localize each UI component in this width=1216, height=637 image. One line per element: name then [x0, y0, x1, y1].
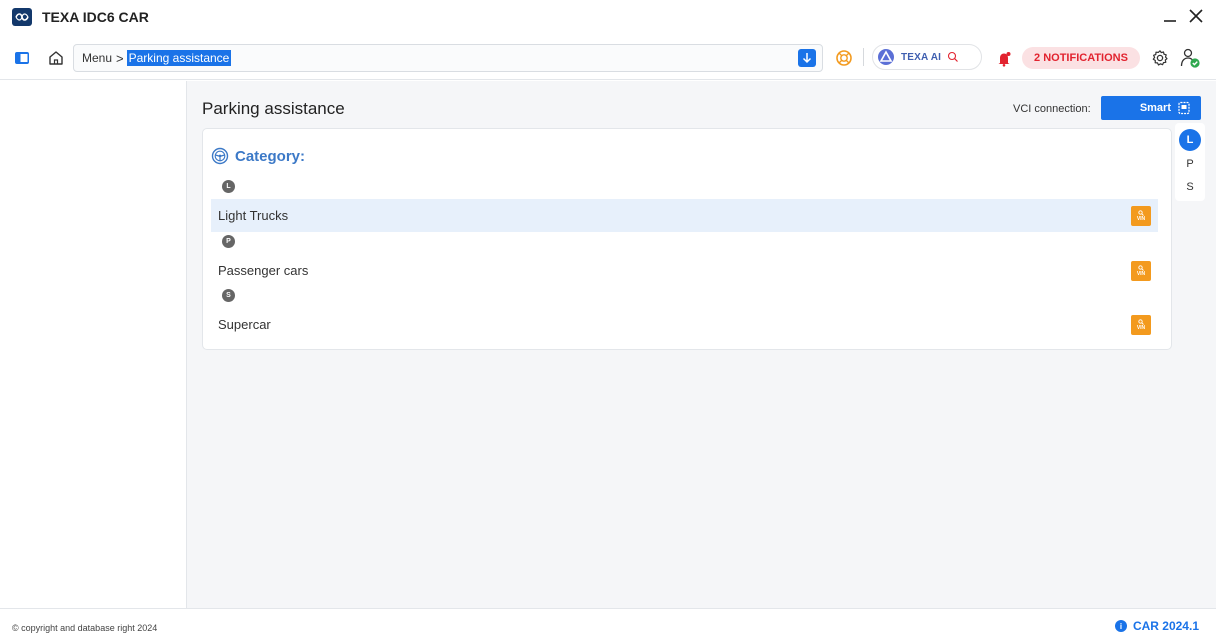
- account-button[interactable]: [1178, 47, 1202, 69]
- vin-search-button[interactable]: VIN: [1131, 315, 1151, 335]
- minimize-icon: [1164, 20, 1176, 22]
- close-icon: [1189, 9, 1203, 23]
- list-item-light-trucks[interactable]: Light Trucks VIN: [211, 199, 1158, 232]
- copyright-text: © copyright and database right 2024: [12, 623, 158, 633]
- home-icon: [49, 51, 63, 65]
- list-item-passenger-cars[interactable]: Passenger cars VIN: [211, 254, 1158, 287]
- footer: © copyright and database right 2024 i CA…: [0, 608, 1216, 637]
- texa-logo-icon: [12, 8, 32, 26]
- texa-ai-icon: [878, 49, 894, 65]
- settings-button[interactable]: [1150, 48, 1170, 68]
- user-status-icon: [1180, 48, 1200, 68]
- vci-connection-label: VCI connection:: [1013, 103, 1091, 115]
- vin-badge-label: VIN: [1136, 216, 1146, 222]
- list-item-label: Supercar: [218, 317, 271, 332]
- category-label: Category:: [235, 147, 306, 165]
- list-item-label: Passenger cars: [218, 263, 309, 278]
- vci-smart-button[interactable]: Smart: [1101, 96, 1201, 120]
- breadcrumb-menu-link[interactable]: Menu: [82, 51, 112, 65]
- alphabet-index: L P S: [1175, 123, 1205, 201]
- category-panel: Category: L Light Trucks VIN P Passenger…: [202, 128, 1172, 350]
- breadcrumb: Menu > Parking assistance: [73, 44, 823, 72]
- vci-device-icon: [1178, 101, 1190, 115]
- vin-badge-label: VIN: [1136, 325, 1146, 331]
- steering-wheel-icon: [211, 147, 229, 165]
- breadcrumb-separator: >: [116, 50, 124, 66]
- list-item-label: Light Trucks: [218, 208, 289, 223]
- app-title: TEXA IDC6 CAR: [42, 9, 149, 25]
- alphabet-index-l[interactable]: L: [1179, 129, 1201, 151]
- vci-smart-label: Smart: [1139, 102, 1171, 114]
- notifications-bell-button[interactable]: [995, 50, 1013, 68]
- breadcrumb-current: Parking assistance: [126, 50, 232, 66]
- info-icon: i: [1114, 620, 1127, 632]
- minimize-button[interactable]: [1158, 4, 1182, 28]
- vin-search-button[interactable]: VIN: [1131, 206, 1151, 226]
- main-content: Parking assistance VCI connection: Smart…: [187, 81, 1216, 608]
- gear-icon: [1152, 50, 1168, 66]
- group-letter-badge: L: [222, 180, 235, 193]
- breadcrumb-dropdown-button[interactable]: [798, 49, 816, 67]
- bell-icon: [998, 52, 1011, 67]
- search-icon: [948, 51, 959, 62]
- sidebar-toggle-icon: [15, 52, 29, 64]
- alphabet-index-s[interactable]: S: [1179, 176, 1201, 198]
- category-header: Category:: [211, 147, 305, 165]
- vin-search-button[interactable]: VIN: [1131, 261, 1151, 281]
- title-bar: TEXA IDC6 CAR: [0, 0, 1216, 34]
- texa-ai-button[interactable]: TEXA AI: [872, 44, 982, 70]
- home-button[interactable]: [46, 48, 66, 68]
- group-letter-badge: P: [222, 235, 235, 248]
- app-window: TEXA IDC6 CAR Menu > Parking assistance: [0, 0, 1216, 637]
- version-label: CAR 2024.1: [1132, 619, 1199, 633]
- notifications-button[interactable]: 2 NOTIFICATIONS: [1022, 47, 1140, 69]
- version-info[interactable]: i CAR 2024.1: [1114, 619, 1199, 633]
- alphabet-index-p[interactable]: P: [1179, 153, 1201, 175]
- list-item-supercar[interactable]: Supercar VIN: [211, 308, 1158, 341]
- close-button[interactable]: [1184, 4, 1208, 28]
- arrow-down-icon: [802, 53, 812, 64]
- lifebuoy-icon: [836, 50, 852, 66]
- sidebar-toggle-button[interactable]: [14, 50, 30, 66]
- help-button[interactable]: [834, 48, 854, 68]
- texa-ai-label: TEXA AI: [901, 51, 942, 63]
- page-title: Parking assistance: [202, 99, 345, 118]
- group-letter-badge: S: [222, 289, 235, 302]
- sidebar: [0, 81, 187, 608]
- toolbar-divider: [863, 48, 864, 66]
- vin-badge-label: VIN: [1136, 271, 1146, 277]
